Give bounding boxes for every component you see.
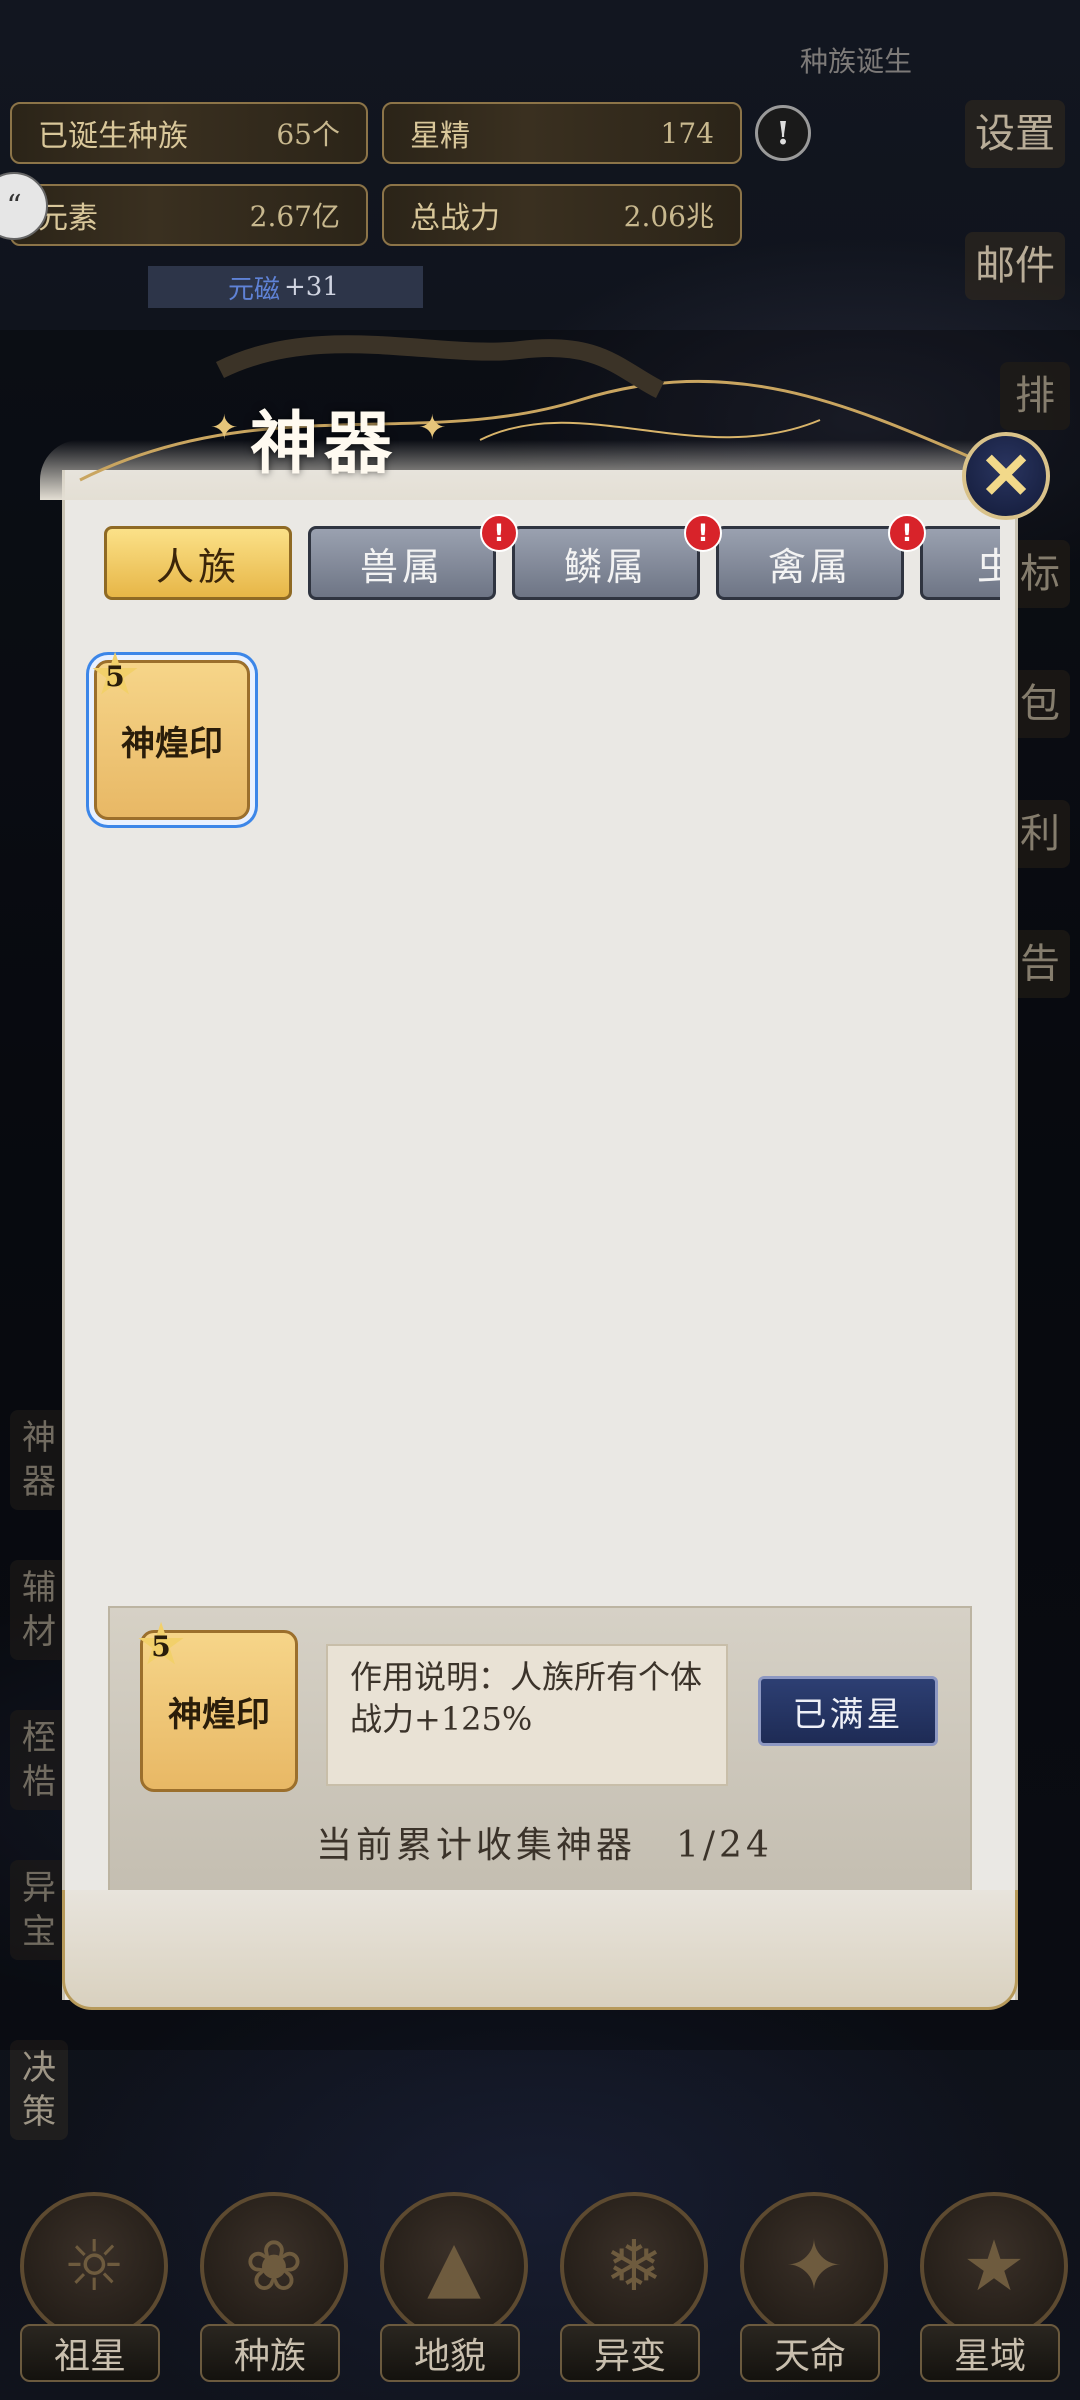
tab-bird[interactable]: 禽属 [716, 526, 904, 600]
alert-badge: ! [480, 514, 518, 552]
stat-value: 174 [660, 116, 714, 150]
collection-progress: 当前累计收集神器 1/24 [316, 1825, 773, 1866]
artifact-name: 神煌印 [121, 723, 223, 764]
tab-label: 禽属 [767, 544, 852, 589]
nav-ancestral-star[interactable]: ☼ 祖星 [10, 2192, 170, 2382]
nav-label: 异变 [560, 2324, 700, 2382]
star-count: 5 [151, 1629, 171, 1663]
tab-label: 兽属 [359, 544, 444, 589]
star-level-badge: ★ 5 [89, 649, 141, 701]
stat-value: 2.06兆 [623, 200, 714, 233]
nav-label: 星域 [920, 2324, 1060, 2382]
artifact-name: 神煌印 [168, 1694, 270, 1735]
tab-scale[interactable]: 鳞属 [512, 526, 700, 600]
nav-destiny[interactable]: ✦ 天命 [730, 2192, 890, 2382]
total-power-stat: 总战力 2.06兆 [382, 184, 742, 246]
nav-race[interactable]: ❀ 种族 [190, 2192, 350, 2382]
compass-icon: ✦ [740, 2192, 888, 2340]
artifact-card[interactable]: ★ 5 神煌印 [92, 649, 250, 820]
bonus-value: +31 [284, 272, 339, 302]
close-icon: ✕ [979, 438, 1033, 514]
tab-human[interactable]: 人族 [104, 526, 292, 600]
race-birth-label: 种族诞生 [800, 45, 913, 78]
born-races-stat: 已诞生种族 65个 [10, 102, 368, 164]
nav-label: 种族 [200, 2324, 340, 2382]
header-decoration [79, 335, 1001, 482]
artifact-description: 作用说明：人族所有个体战力+125% [326, 1644, 728, 1786]
tab-label: 虫 [977, 536, 1000, 591]
figure-icon: ★ [920, 2192, 1068, 2340]
nav-terrain[interactable]: ▲ 地貌 [370, 2192, 530, 2382]
bonus-prefix: 元磁 [228, 274, 281, 305]
alert-icon[interactable]: ! [755, 105, 811, 161]
max-star-label: 已满星 [792, 1694, 904, 1735]
decision-side-button[interactable]: 决策 [10, 2040, 68, 2140]
alert-badge: ! [888, 514, 926, 552]
swirl-icon: ❄ [560, 2192, 708, 2340]
modal-title: 神器 [250, 404, 399, 484]
settings-label: 设置 [975, 111, 1055, 157]
star-essence-stat: 星精 174 [382, 102, 742, 164]
stat-label: 总战力 [410, 201, 500, 236]
side-label: 决策 [22, 2048, 56, 2132]
stat-label: 已诞生种族 [38, 119, 188, 154]
star-count: 5 [105, 659, 125, 693]
nav-label: 祖星 [20, 2324, 160, 2382]
nav-label: 地貌 [380, 2324, 520, 2382]
tab-beast[interactable]: 兽属 [308, 526, 496, 600]
elements-stat: 元素 2.67亿 [10, 184, 368, 246]
title-star-right-icon: ✦ [418, 408, 447, 448]
nav-label: 天命 [740, 2324, 880, 2382]
star-level-badge: ★ 5 [135, 1619, 187, 1671]
mountain-icon: ▲ [380, 2192, 528, 2340]
nav-star-domain[interactable]: ★ 星域 [910, 2192, 1070, 2382]
tab-insect[interactable]: 虫 [920, 526, 1000, 600]
bonus-tag: 元磁 +31 [148, 266, 423, 308]
category-tabs: 人族 兽属 鳞属 禽属 虫 [104, 526, 1000, 606]
max-star-button[interactable]: 已满星 [758, 1676, 938, 1746]
tab-label: 鳞属 [563, 544, 648, 589]
settings-button[interactable]: 设置 [965, 100, 1065, 168]
stat-value: 65个 [276, 118, 340, 151]
planet-icon: ☼ [20, 2192, 168, 2340]
tab-label: 人族 [155, 544, 240, 589]
stat-value: 2.67亿 [249, 200, 340, 233]
close-button[interactable]: ✕ [962, 432, 1050, 520]
nav-mutation[interactable]: ❄ 异变 [550, 2192, 710, 2382]
stat-label: 星精 [410, 119, 470, 154]
mail-button[interactable]: 邮件 [965, 232, 1065, 300]
selected-artifact-card: ★ 5 神煌印 [138, 1619, 298, 1792]
panel-bottom-band [62, 1890, 1018, 2010]
race-icon: ❀ [200, 2192, 348, 2340]
mail-label: 邮件 [975, 243, 1055, 289]
title-star-left-icon: ✦ [210, 408, 239, 448]
alert-badge: ! [684, 514, 722, 552]
bottom-navigation: ☼ 祖星 ❀ 种族 ▲ 地貌 ❄ 异变 ✦ 天命 ★ 星域 [0, 2162, 1080, 2400]
